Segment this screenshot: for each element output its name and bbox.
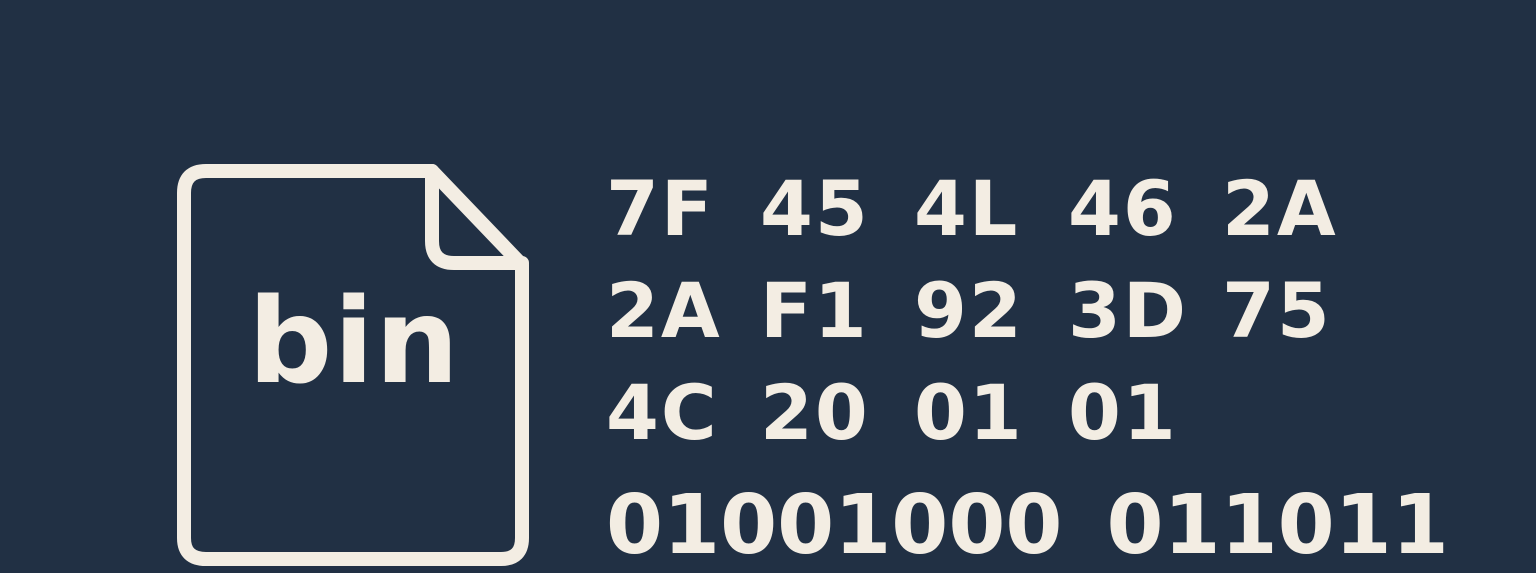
hex-byte: 75 — [1222, 266, 1332, 355]
hex-row: 7F 45 4L 46 2A — [606, 158, 1338, 260]
hex-byte: 2A — [606, 266, 722, 355]
hex-byte: 01 — [914, 368, 1024, 457]
hex-byte: 45 — [760, 164, 870, 253]
hex-byte: 4L — [914, 164, 1020, 253]
hex-byte: 7F — [606, 164, 715, 253]
hex-row: 2A F1 92 3D 75 — [606, 260, 1332, 362]
illustration: bin 7F 45 4L 46 2A 2A F1 92 3D 75 4C 20 … — [0, 0, 1536, 571]
hex-byte: 46 — [1068, 164, 1178, 253]
hex-byte: 01 — [1068, 368, 1178, 457]
hex-byte: 3D — [1068, 266, 1188, 355]
binary-word: 011011 — [1106, 478, 1449, 573]
binary-word: 01001000 — [606, 478, 1063, 573]
hex-byte: F1 — [760, 266, 869, 355]
hex-byte: 4C — [606, 368, 719, 457]
file-label: bin — [248, 272, 460, 410]
hex-byte: 2A — [1222, 164, 1338, 253]
hex-row: 4C 20 01 01 — [606, 362, 1332, 464]
hex-grid: 7F 45 4L 46 2A 2A F1 92 3D 75 4C 20 01 0… — [606, 158, 1338, 464]
hex-byte: 92 — [914, 266, 1024, 355]
hex-byte: 20 — [760, 368, 870, 457]
binary-row: 01001000 011011 — [606, 485, 1449, 567]
